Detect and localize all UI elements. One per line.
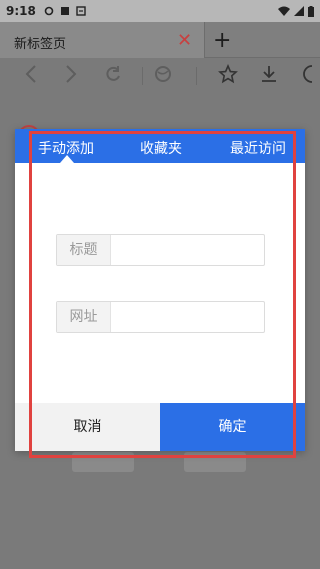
toolbar-divider <box>196 67 197 85</box>
tab-favorites[interactable]: 收藏夹 <box>140 138 182 158</box>
title-field: 标题 <box>56 234 265 266</box>
image-notification-icon <box>60 7 69 15</box>
add-bookmark-dialog: 手动添加 收藏夹 最近访问 标题 网址 取消 确定 <box>15 129 305 451</box>
title-label: 标题 <box>57 235 111 265</box>
settings-notification-icon <box>44 6 54 16</box>
dialog-tab-bar: 手动添加 收藏夹 最近访问 <box>15 129 305 163</box>
background-button <box>184 452 246 472</box>
background-button <box>72 452 134 472</box>
browser-tab[interactable]: 新标签页 ✕ <box>0 22 205 58</box>
refresh-icon[interactable] <box>104 64 122 84</box>
wifi-icon <box>278 6 290 16</box>
url-field: 网址 <box>56 301 265 333</box>
globe-icon[interactable] <box>154 64 172 84</box>
forward-icon[interactable] <box>62 64 78 84</box>
tab-title: 新标签页 <box>14 37 67 52</box>
clock: 9:18 <box>6 4 36 18</box>
active-tab-indicator <box>60 155 74 163</box>
close-tab-icon[interactable]: ✕ <box>177 30 192 51</box>
night-mode-icon[interactable] <box>298 64 320 84</box>
tab-recent[interactable]: 最近访问 <box>230 138 286 158</box>
signal-icon <box>294 6 304 16</box>
url-label: 网址 <box>57 302 111 332</box>
browser-toolbar <box>0 58 320 92</box>
title-input[interactable] <box>112 235 264 265</box>
confirm-button[interactable]: 确定 <box>160 403 305 451</box>
battery-icon <box>308 5 314 17</box>
back-icon[interactable] <box>24 64 40 84</box>
star-icon[interactable] <box>218 64 238 84</box>
download-notification-icon <box>76 6 86 16</box>
browser-tab-bar: 新标签页 ✕ + <box>0 22 320 58</box>
download-icon[interactable] <box>259 64 279 84</box>
url-input[interactable] <box>112 302 264 332</box>
cancel-button[interactable]: 取消 <box>15 403 160 451</box>
screen: 9:18 新标签页 ✕ + 手动添加 收藏夹 最近访问 标题 网址 取消 确定 <box>0 0 320 569</box>
new-tab-button[interactable]: + <box>213 28 231 53</box>
dialog-footer: 取消 确定 <box>15 403 305 451</box>
status-bar: 9:18 <box>0 0 320 22</box>
toolbar-divider <box>142 67 143 85</box>
